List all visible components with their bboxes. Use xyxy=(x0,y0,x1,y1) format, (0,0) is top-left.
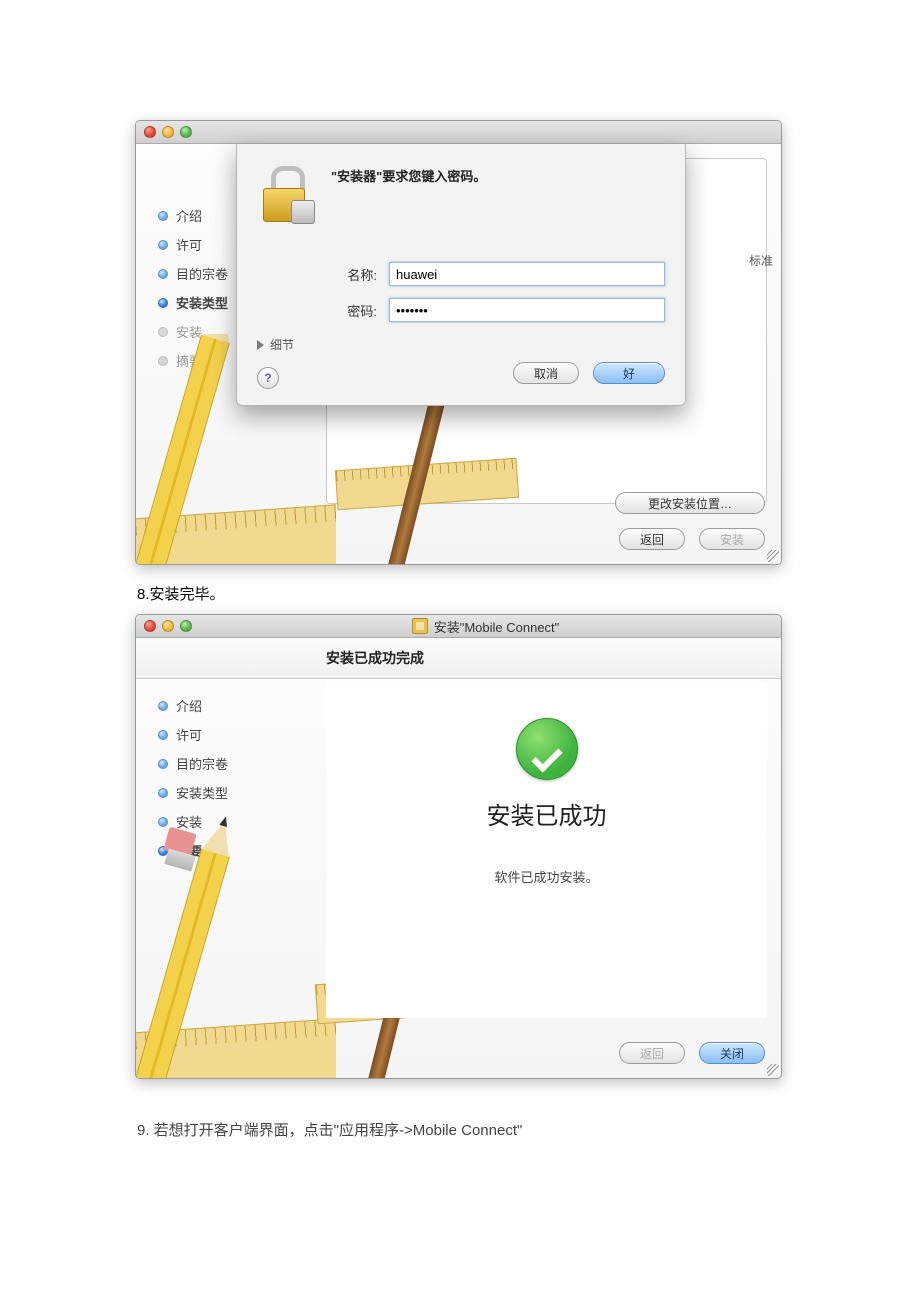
title-bar[interactable] xyxy=(136,121,781,144)
step-label: 摘要 xyxy=(176,351,202,370)
step-label: 介绍 xyxy=(176,206,202,225)
step-summary: 摘要 xyxy=(158,841,336,860)
back-button[interactable]: 返回 xyxy=(619,528,685,550)
installer-sidebar: 介绍 许可 目的宗卷 安装类型 安装 摘要 xyxy=(136,638,336,1078)
step-label: 安装类型 xyxy=(176,783,228,802)
cancel-button[interactable]: 取消 xyxy=(513,362,579,384)
minimize-icon[interactable] xyxy=(162,126,174,138)
step-destination: 目的宗卷 xyxy=(158,754,336,773)
title-bar[interactable]: 安装"Mobile Connect" xyxy=(136,615,781,638)
step-label: 安装 xyxy=(176,812,202,831)
success-subtitle: 软件已成功安装。 xyxy=(326,867,767,886)
zoom-icon[interactable] xyxy=(180,620,192,632)
step-label: 目的宗卷 xyxy=(176,264,228,283)
installer-window-auth: 标准 介绍 许可 目的宗卷 安装类型 安装 摘要 更改安装位置… xyxy=(135,120,782,565)
package-icon xyxy=(412,618,428,634)
step-intro: 介绍 xyxy=(158,696,336,715)
window-title: 安装"Mobile Connect" xyxy=(198,617,773,636)
back-button[interactable]: 返回 xyxy=(619,1042,685,1064)
installer-window-success: 安装"Mobile Connect" 安装已成功完成 介绍 许可 目的宗卷 安装… xyxy=(135,614,782,1079)
details-label: 细节 xyxy=(270,336,294,353)
help-icon: ? xyxy=(264,371,271,385)
step-label: 许可 xyxy=(176,235,202,254)
auth-sheet: "安装器"要求您键入密码。 名称: 密码: xyxy=(236,144,686,406)
step-install: 安装 xyxy=(158,812,336,831)
step-label: 许可 xyxy=(176,725,202,744)
step-label: 摘要 xyxy=(176,841,202,860)
success-checkmark-icon xyxy=(516,718,578,780)
password-label: 密码: xyxy=(257,301,389,320)
close-icon[interactable] xyxy=(144,126,156,138)
step-label: 目的宗卷 xyxy=(176,754,228,773)
step-label: 安装 xyxy=(176,322,202,341)
step-label: 安装类型 xyxy=(176,293,228,312)
step-license: 许可 xyxy=(158,725,336,744)
change-install-location-button[interactable]: 更改安装位置… xyxy=(615,492,765,514)
lock-icon xyxy=(257,162,313,222)
name-label: 名称: xyxy=(257,265,389,284)
zoom-icon[interactable] xyxy=(180,126,192,138)
close-button[interactable]: 关闭 xyxy=(699,1042,765,1064)
success-panel: 安装已成功 软件已成功安装。 xyxy=(326,682,767,1018)
close-icon[interactable] xyxy=(144,620,156,632)
resize-handle-icon[interactable] xyxy=(767,550,779,562)
password-field[interactable] xyxy=(389,298,665,322)
disclosure-triangle-icon xyxy=(257,340,264,350)
name-field[interactable] xyxy=(389,262,665,286)
install-button[interactable]: 安装 xyxy=(699,528,765,550)
resize-handle-icon[interactable] xyxy=(767,1064,779,1076)
success-title: 安装已成功 xyxy=(326,796,767,831)
step-label: 介绍 xyxy=(176,696,202,715)
doc-caption-9: 9. 若想打开客户端界面，点击"应用程序->Mobile Connect" xyxy=(137,1119,785,1140)
help-button[interactable]: ? xyxy=(257,367,279,389)
details-disclosure[interactable]: 细节 xyxy=(257,336,294,353)
auth-message: "安装器"要求您键入密码。 xyxy=(331,162,486,185)
content-peek-label: 标准 xyxy=(749,252,773,269)
doc-caption-8: 8.安装完毕。 xyxy=(137,583,785,604)
step-install-type: 安装类型 xyxy=(158,783,336,802)
minimize-icon[interactable] xyxy=(162,620,174,632)
ok-button[interactable]: 好 xyxy=(593,362,665,384)
